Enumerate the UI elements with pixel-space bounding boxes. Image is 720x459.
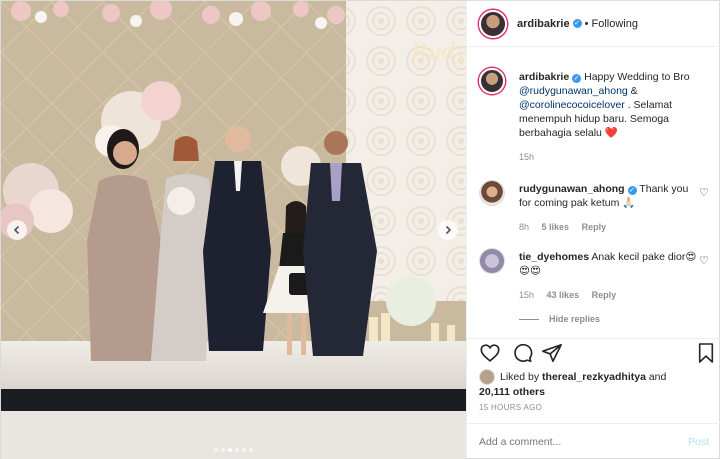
- verified-badge-icon: ✓: [572, 19, 582, 28]
- instagram-post: Rudy & C: [0, 0, 720, 459]
- carousel-dot: [249, 448, 253, 452]
- caption-text-prefix: Happy Wedding to Bro: [584, 71, 690, 83]
- caption-body: ardibakrie ✓ Happy Wedding to Bro @rudygu…: [519, 70, 699, 164]
- commenter-avatar[interactable]: [479, 180, 505, 206]
- post-header: ardibakrie ✓ • Following: [467, 1, 720, 47]
- action-icons: [479, 342, 714, 366]
- liker-username[interactable]: thereal_rezkyadhitya: [542, 371, 646, 383]
- chevron-left-icon: [13, 225, 20, 235]
- caption-mention-rudy[interactable]: @rudygunawan_ahong: [519, 85, 628, 97]
- hide-replies-label: Hide replies: [549, 314, 601, 324]
- verified-badge-icon: ✓: [627, 186, 637, 195]
- backdrop-signature: Rudy & C: [410, 40, 466, 65]
- author-avatar[interactable]: [479, 9, 507, 38]
- like-comment-heart-icon[interactable]: ♡: [699, 186, 709, 199]
- comment-time[interactable]: 15h: [519, 290, 534, 300]
- likes-others-count[interactable]: 20,111 others: [479, 386, 545, 398]
- comments-list: ardibakrie ✓ Happy Wedding to Bro @rudygu…: [467, 48, 720, 338]
- comment-body: tie_dyehomes Anak kecil pake dior😍😍😍 15h…: [519, 250, 699, 302]
- carousel-dot: [214, 448, 218, 452]
- carousel-dot: [221, 448, 225, 452]
- commenter-avatar[interactable]: [479, 248, 505, 274]
- likes-summary: Liked by thereal_rezkyadhitya and 20,111…: [479, 369, 709, 399]
- post-actions: Liked by thereal_rezkyadhitya and 20,111…: [467, 338, 720, 458]
- post-details-panel: ardibakrie ✓ • Following ardibakrie ✓ Hap…: [466, 1, 720, 458]
- save-bookmark-icon[interactable]: [697, 342, 715, 364]
- comment-meta: 15h 43 likes Reply: [519, 288, 699, 302]
- caption-amp: &: [630, 85, 638, 97]
- add-comment-input[interactable]: [479, 435, 688, 448]
- hide-replies-button[interactable]: Hide replies: [519, 314, 600, 324]
- comment-time[interactable]: 8h: [519, 222, 529, 232]
- likes-joiner: and: [648, 370, 667, 383]
- comment-reply-button[interactable]: Reply: [582, 222, 607, 232]
- caption-author-avatar[interactable]: [479, 68, 505, 94]
- caption-mention-coroline[interactable]: @corolinecocoicelover: [519, 99, 625, 111]
- carousel-dot: [228, 448, 232, 452]
- carousel-dot: [242, 448, 246, 452]
- carousel-next-button[interactable]: [438, 220, 458, 240]
- chevron-right-icon: [445, 225, 452, 235]
- commenter-username[interactable]: tie_dyehomes: [519, 251, 589, 263]
- carousel-prev-button[interactable]: [7, 220, 27, 240]
- liker-avatar[interactable]: [479, 369, 495, 385]
- comment-bubble-icon[interactable]: [511, 342, 533, 364]
- comment-meta: 8h 5 likes Reply: [519, 220, 699, 234]
- follow-status-label: Following: [591, 17, 638, 30]
- author-username[interactable]: ardibakrie: [517, 18, 570, 30]
- carousel-dot: [235, 448, 239, 452]
- comment-reply-button[interactable]: Reply: [592, 290, 617, 300]
- share-paper-plane-icon[interactable]: [541, 342, 563, 364]
- wedding-photo-image: Rudy & C: [1, 1, 466, 459]
- add-comment-bar: Post: [467, 423, 720, 459]
- commenter-username[interactable]: rudygunawan_ahong: [519, 183, 625, 195]
- caption-meta: 15h: [519, 150, 699, 164]
- likes-prefix: Liked by: [500, 370, 540, 383]
- comment-likes[interactable]: 43 likes: [547, 290, 580, 300]
- like-comment-heart-icon[interactable]: ♡: [699, 254, 709, 267]
- post-timestamp[interactable]: 15 HOURS AGO: [479, 403, 542, 412]
- caption-author-username[interactable]: ardibakrie: [519, 71, 569, 83]
- post-comment-button[interactable]: Post: [688, 436, 709, 448]
- verified-badge-icon: ✓: [572, 74, 582, 83]
- comment-body: rudygunawan_ahong ✓ Thank you for coming …: [519, 182, 699, 234]
- hide-replies-line: [519, 318, 539, 320]
- carousel-indicator: [214, 448, 253, 452]
- like-heart-icon[interactable]: [479, 342, 501, 364]
- caption-time[interactable]: 15h: [519, 152, 534, 162]
- post-photo[interactable]: Rudy & C: [1, 1, 466, 459]
- follow-status-button[interactable]: • Following: [585, 18, 638, 30]
- comment-likes[interactable]: 5 likes: [542, 222, 570, 232]
